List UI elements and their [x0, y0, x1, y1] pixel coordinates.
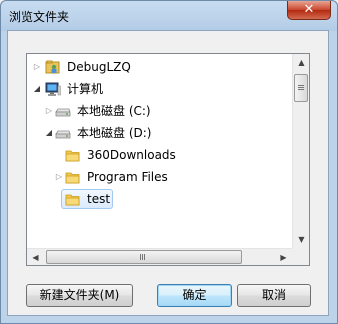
expand-arrow-icon[interactable]: ▷	[55, 173, 63, 181]
tree-item-debuglzq[interactable]: ▷ DebugLZQ	[27, 56, 292, 78]
folder-tree[interactable]: ▷ DebugLZQ ◢ 计算机 ▷ 本地磁盘 (C:) ◢ 本地磁盘 (D:)…	[26, 53, 310, 266]
folder-icon	[65, 150, 80, 162]
close-icon: ✕	[303, 2, 315, 17]
tree-item-label: 本地磁盘 (D:)	[77, 126, 152, 140]
expand-arrow-icon[interactable]: ▷	[33, 63, 41, 71]
close-button[interactable]: ✕	[287, 1, 331, 20]
expand-arrow-icon[interactable]: ▷	[45, 107, 53, 115]
computer-icon	[45, 82, 61, 96]
folder-icon	[65, 194, 80, 206]
scroll-down-icon[interactable]: ▼	[293, 231, 309, 248]
tree-item-label: test	[87, 192, 111, 206]
drive-icon	[55, 108, 71, 117]
ok-button[interactable]: 确定	[157, 284, 232, 307]
vertical-scrollbar[interactable]: ▲ ▼	[292, 54, 309, 248]
new-folder-button[interactable]: 新建文件夹(M)	[26, 284, 133, 307]
cancel-button[interactable]: 取消	[237, 284, 311, 307]
tree-item-360downloads[interactable]: 360Downloads	[27, 144, 292, 166]
horizontal-scroll-thumb[interactable]	[46, 250, 242, 264]
title-bar[interactable]: 浏览文件夹 ✕	[1, 1, 337, 31]
tree-item-drive-d[interactable]: ◢ 本地磁盘 (D:)	[27, 122, 292, 144]
tree-item-drive-c[interactable]: ▷ 本地磁盘 (C:)	[27, 100, 292, 122]
user-folder-icon	[45, 60, 60, 74]
tree-item-label: Program Files	[87, 170, 168, 184]
collapse-arrow-icon[interactable]: ◢	[45, 129, 53, 137]
tree-item-computer[interactable]: ◢ 计算机	[27, 78, 292, 100]
scrollbar-corner	[292, 248, 309, 265]
tree-item-test[interactable]: test	[27, 188, 292, 210]
tree-item-label: DebugLZQ	[67, 60, 131, 74]
vertical-scroll-thumb[interactable]	[294, 74, 308, 102]
drive-icon	[55, 130, 71, 139]
folder-icon	[65, 172, 80, 184]
tree-item-label: 计算机	[67, 82, 104, 96]
scroll-left-icon[interactable]: ◀	[27, 249, 44, 265]
tree-item-program-files[interactable]: ▷ Program Files	[27, 166, 292, 188]
window-title: 浏览文件夹	[9, 10, 70, 24]
scroll-right-icon[interactable]: ▶	[275, 249, 292, 265]
scroll-up-icon[interactable]: ▲	[293, 54, 309, 71]
tree-item-label: 360Downloads	[87, 148, 176, 162]
collapse-arrow-icon[interactable]: ◢	[33, 85, 41, 93]
tree-item-label: 本地磁盘 (C:)	[77, 104, 151, 118]
horizontal-scrollbar[interactable]: ◀ ▶	[27, 248, 292, 265]
